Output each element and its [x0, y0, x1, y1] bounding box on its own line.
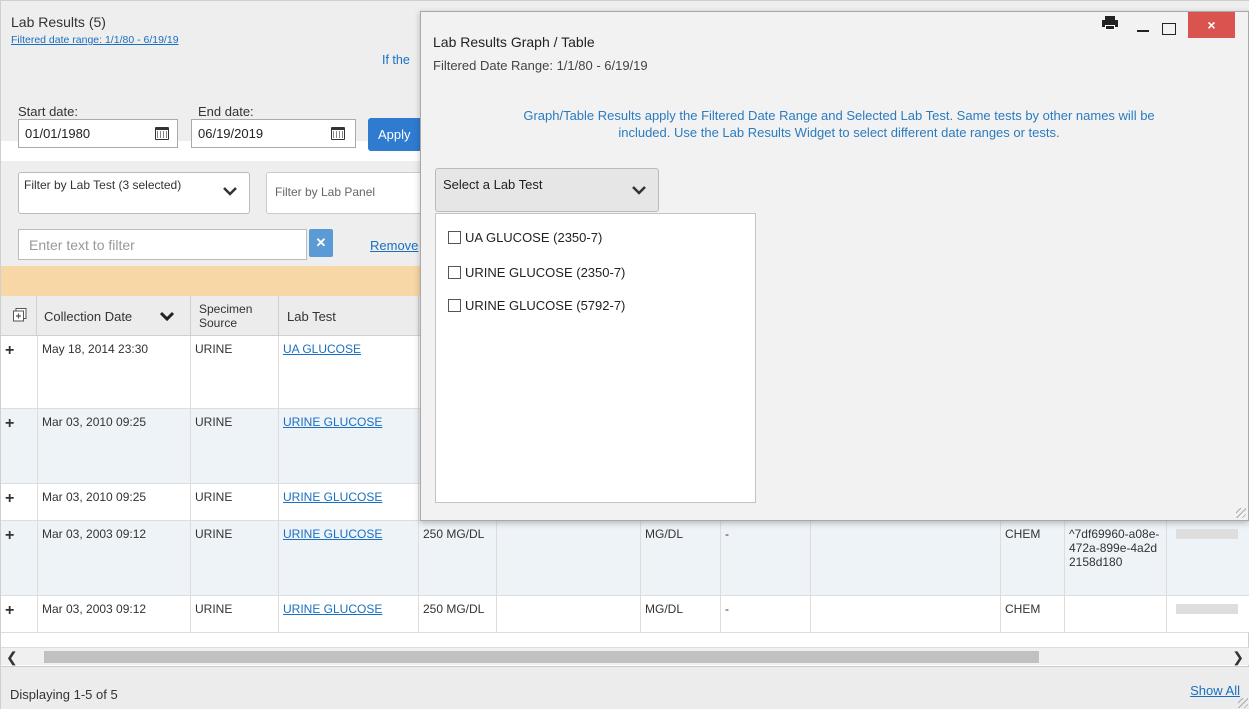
apply-button[interactable]: Apply [368, 118, 428, 151]
id-cell [1065, 596, 1167, 632]
redacted-facility [1176, 604, 1238, 614]
plus-icon[interactable]: + [5, 602, 14, 620]
modal-info-line-1: Graph/Table Results apply the Filtered D… [523, 108, 1155, 123]
info-text-partial: If the [382, 53, 410, 67]
units-cell: MG/DL [641, 596, 721, 632]
id-cell: ^7df69960-a08e-472a-899e-4a2d2158d180 [1065, 521, 1167, 595]
minimize-icon[interactable] [1137, 30, 1149, 32]
lab-type-cell: CHEM [1001, 596, 1065, 632]
plus-icon[interactable]: + [5, 490, 14, 508]
sort-desc-icon[interactable] [160, 311, 174, 321]
modal-subtitle: Filtered Date Range: 1/1/80 - 6/19/19 [433, 58, 648, 73]
modal-title: Lab Results Graph / Table [433, 34, 595, 50]
ref-range-cell: - [721, 521, 811, 595]
displaying-count: Displaying 1-5 of 5 [10, 687, 118, 702]
start-date-field[interactable]: 01/01/1980 [18, 119, 178, 148]
collection-date-cell: Mar 03, 2003 09:12 [37, 521, 191, 595]
specimen-source-cell: URINE [191, 484, 279, 520]
specimen-source-header-label: Specimen Source [199, 302, 253, 330]
checkbox[interactable] [448, 266, 461, 279]
specimen-source-cell: URINE [191, 596, 279, 632]
filter-lab-test-label: Filter by Lab Test (3 selected) [24, 178, 182, 192]
close-button[interactable]: × [1188, 12, 1235, 38]
interpretation-cell [497, 521, 641, 595]
scroll-left-icon[interactable]: ❮ [6, 648, 18, 666]
calendar-icon[interactable] [155, 127, 169, 140]
comment-cell [811, 596, 1001, 632]
collection-date-cell: Mar 03, 2010 09:25 [37, 409, 191, 483]
chevron-down-icon [632, 186, 646, 195]
expand-all-icon[interactable] [13, 308, 27, 322]
lab-test-option[interactable]: UA GLUCOSE (2350-7) [448, 230, 602, 245]
specimen-source-cell: URINE [191, 409, 279, 483]
collection-date-cell: Mar 03, 2003 09:12 [37, 596, 191, 632]
modal-info-text: Graph/Table Results apply the Filtered D… [439, 107, 1239, 141]
start-date-value: 01/01/1980 [25, 126, 91, 141]
lab-test-header-label: Lab Test [287, 309, 336, 324]
filtered-date-range-link[interactable]: Filtered date range: 1/1/80 - 6/19/19 [11, 34, 179, 46]
end-date-field[interactable]: 06/19/2019 [191, 119, 356, 148]
plus-icon[interactable]: + [5, 342, 14, 360]
redacted-facility [1176, 529, 1238, 539]
remove-filter-link[interactable]: Remove [370, 238, 418, 253]
chevron-down-icon [223, 187, 237, 196]
units-cell: MG/DL [641, 521, 721, 595]
calendar-icon[interactable] [331, 127, 345, 140]
filter-by-lab-panel-select[interactable]: Filter by Lab Panel [266, 172, 426, 214]
end-date-value: 06/19/2019 [198, 126, 264, 141]
print-icon[interactable] [1102, 16, 1118, 30]
resize-grip-icon[interactable] [1238, 698, 1248, 708]
scrollbar-thumb[interactable] [44, 651, 1039, 663]
ref-range-cell: - [721, 596, 811, 632]
plus-icon[interactable]: + [5, 527, 14, 545]
clear-filter-button[interactable]: ✕ [309, 229, 333, 257]
filter-by-lab-test-select[interactable]: Filter by Lab Test (3 selected) [18, 172, 250, 214]
lab-test-option[interactable]: URINE GLUCOSE (2350-7) [448, 265, 625, 280]
widget-footer: Displaying 1-5 of 5 Show All [1, 666, 1249, 709]
result-cell: 250 MG/DL [419, 521, 497, 595]
modal-info-line-2: included. Use the Lab Results Widget to … [618, 125, 1060, 140]
collection-date-cell: Mar 03, 2010 09:25 [37, 484, 191, 520]
plus-icon[interactable]: + [5, 415, 14, 433]
table-row[interactable]: + Mar 03, 2003 09:12 URINE URINE GLUCOSE… [1, 596, 1249, 633]
lab-test-options: UA GLUCOSE (2350-7) URINE GLUCOSE (2350-… [435, 213, 756, 503]
expand-all-column [1, 296, 37, 336]
option-label: UA GLUCOSE (2350-7) [465, 230, 603, 245]
select-lab-test-label: Select a Lab Test [443, 177, 543, 192]
comment-cell [811, 521, 1001, 595]
option-label: URINE GLUCOSE (2350-7) [465, 265, 626, 280]
specimen-source-cell: URINE [191, 521, 279, 595]
lab-test-link[interactable]: URINE GLUCOSE [279, 596, 419, 632]
lab-test-link[interactable]: URINE GLUCOSE [279, 521, 419, 595]
resize-grip-icon[interactable] [1236, 508, 1246, 518]
lab-test-header[interactable]: Lab Test [279, 296, 419, 336]
interpretation-cell [497, 596, 641, 632]
checkbox[interactable] [448, 299, 461, 312]
lab-results-graph-modal: Lab Results Graph / Table Filtered Date … [420, 11, 1249, 521]
horizontal-scrollbar[interactable]: ❮ ❯ [1, 647, 1249, 665]
end-date-label: End date: [198, 104, 254, 119]
collection-date-cell: May 18, 2014 23:30 [37, 336, 191, 408]
collection-date-header[interactable]: Collection Date [37, 296, 191, 336]
maximize-icon[interactable] [1162, 23, 1176, 35]
show-all-link[interactable]: Show All [1190, 683, 1240, 698]
result-cell: 250 MG/DL [419, 596, 497, 632]
scroll-right-icon[interactable]: ❯ [1232, 648, 1244, 666]
checkbox[interactable] [448, 231, 461, 244]
lab-type-cell: CHEM [1001, 521, 1065, 595]
lab-test-link[interactable]: UA GLUCOSE [279, 336, 419, 408]
text-filter-input[interactable]: Enter text to filter [18, 229, 307, 260]
lab-test-link[interactable]: URINE GLUCOSE [279, 409, 419, 483]
select-lab-test-dropdown[interactable]: Select a Lab Test [435, 168, 659, 212]
specimen-source-cell: URINE [191, 336, 279, 408]
table-row[interactable]: + Mar 03, 2003 09:12 URINE URINE GLUCOSE… [1, 521, 1249, 596]
collection-date-header-label: Collection Date [44, 309, 133, 324]
lab-test-link[interactable]: URINE GLUCOSE [279, 484, 419, 520]
specimen-source-header[interactable]: Specimen Source [191, 296, 279, 336]
start-date-label: Start date: [18, 104, 78, 119]
lab-test-option[interactable]: URINE GLUCOSE (5792-7) [448, 298, 625, 313]
widget-title: Lab Results (5) [11, 14, 106, 30]
option-label: URINE GLUCOSE (5792-7) [465, 298, 626, 313]
